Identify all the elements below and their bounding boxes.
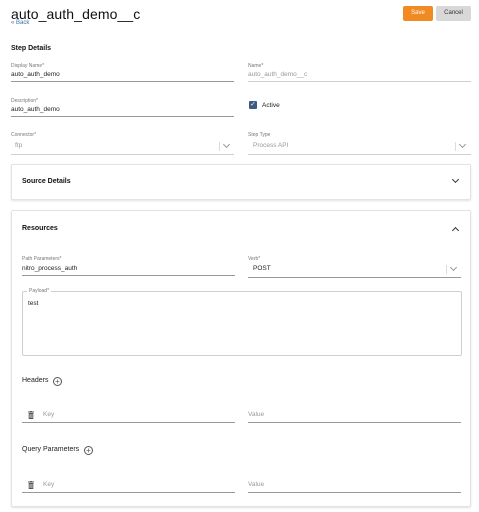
headers-label: Headers: [22, 377, 49, 384]
connector-chevron-down-icon[interactable]: [222, 140, 231, 149]
description-input[interactable]: auto_auth_demo: [11, 106, 60, 113]
path-parameters-input[interactable]: nitro_process_auth: [22, 265, 77, 272]
add-query-parameter-plus-icon[interactable]: +: [84, 446, 93, 455]
display-name-underline: [11, 81, 234, 82]
display-name-input[interactable]: auto_auth_demo: [11, 71, 60, 78]
query-key-underline: [22, 492, 235, 493]
header-value-input[interactable]: Value: [248, 411, 264, 418]
payload-textarea[interactable]: [22, 291, 462, 356]
query-trash-icon[interactable]: [28, 481, 34, 489]
path-parameters-underline: [22, 275, 235, 276]
connector-label: Connector*: [11, 132, 37, 138]
query-key-input[interactable]: Key: [43, 481, 54, 488]
step-details-heading: Step Details: [11, 45, 52, 52]
step-type-select[interactable]: Process API: [253, 142, 288, 149]
payload-label: Payload*: [27, 288, 52, 294]
query-value-input[interactable]: Value: [248, 481, 264, 488]
resources-heading: Resources: [22, 225, 58, 232]
query-value-underline: [248, 492, 461, 493]
payload-value: test: [28, 300, 39, 307]
step-type-chevron-down-icon[interactable]: [458, 140, 467, 149]
back-link[interactable]: « Back: [11, 20, 29, 26]
source-details-card[interactable]: [11, 164, 471, 200]
resources-card: [11, 210, 471, 507]
header-value-underline: [248, 422, 461, 423]
verb-select-divider: [446, 265, 447, 274]
active-checkbox[interactable]: ✓: [249, 101, 257, 109]
header-key-underline: [22, 422, 235, 423]
verb-underline: [248, 277, 461, 278]
page-title: auto_auth_demo__c: [11, 6, 141, 22]
path-parameters-label: Path Parameters*: [22, 256, 62, 262]
name-underline: [248, 81, 471, 82]
name-label: Name*: [248, 63, 264, 69]
header-key-input[interactable]: Key: [43, 411, 54, 418]
active-label: Active: [262, 102, 280, 109]
query-parameters-label: Query Parameters: [22, 446, 80, 453]
header-trash-icon[interactable]: [28, 411, 34, 419]
name-input: auto_auth_demo__c: [248, 71, 308, 78]
description-label: Description*: [11, 98, 38, 104]
step-type-label: Step Type: [248, 132, 271, 138]
display-name-label: Display Name*: [11, 63, 45, 69]
connector-underline: [11, 154, 234, 155]
save-button[interactable]: Save: [403, 6, 433, 21]
add-header-plus-icon[interactable]: +: [53, 377, 62, 386]
connector-select-divider: [219, 142, 220, 151]
source-details-heading: Source Details: [22, 178, 71, 185]
cancel-button[interactable]: Cancel: [436, 6, 471, 21]
description-underline: [11, 116, 234, 117]
verb-select[interactable]: POST: [253, 265, 271, 272]
verb-label: Verb*: [248, 256, 261, 262]
step-type-select-divider: [455, 142, 456, 151]
step-type-underline: [248, 154, 471, 155]
connector-select[interactable]: ftp: [15, 142, 22, 149]
